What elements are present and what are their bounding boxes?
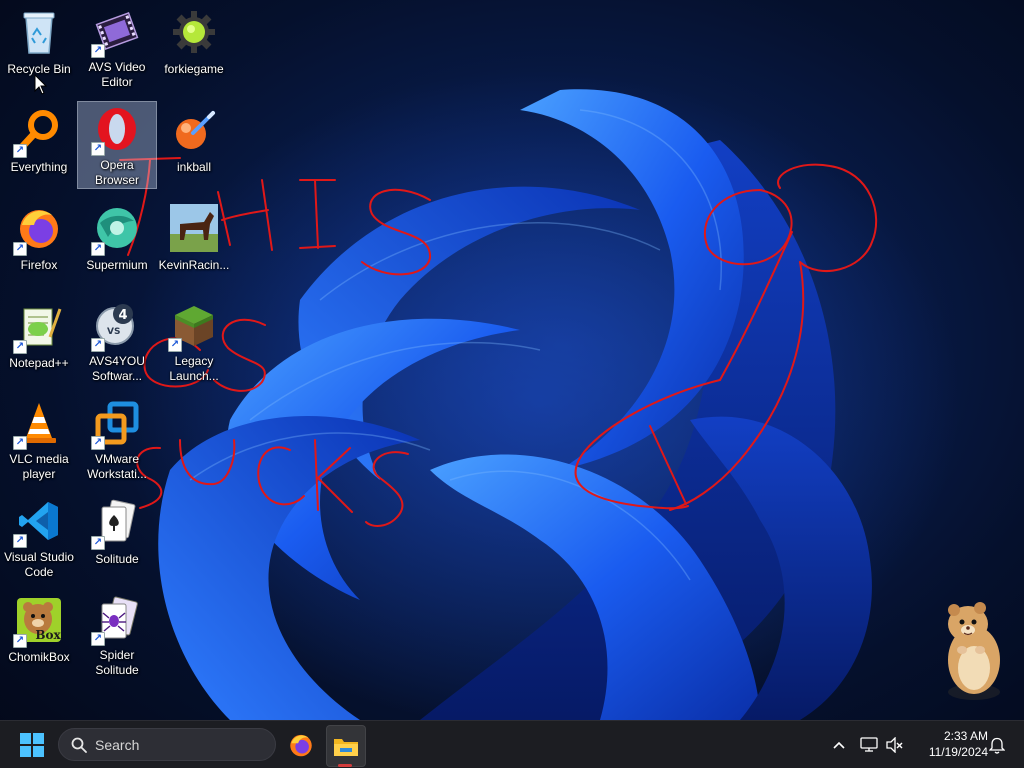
desktop-icon-avs-video-editor[interactable]: ↗ AVS Video Editor xyxy=(78,4,156,90)
magnifier-icon: ↗ xyxy=(13,106,63,158)
clock-time: 2:33 AM xyxy=(943,729,988,743)
desktop-icon-label: Opera Browser xyxy=(94,158,139,187)
file-explorer-icon xyxy=(334,739,358,756)
desktop-icon-label: Firefox xyxy=(20,258,58,272)
start-button[interactable] xyxy=(14,729,50,761)
desktop-icon-label: Legacy Launch... xyxy=(169,354,219,383)
desktop-icon-label: Visual Studio Code xyxy=(4,550,74,579)
vlc-cone-icon: ↗ xyxy=(13,400,63,450)
vmware-icon: ↗ xyxy=(91,400,141,450)
volume-button[interactable] xyxy=(884,731,906,759)
film-strip-icon: ↗ xyxy=(91,8,141,58)
taskbar: Search 2:33 AM 11/19/2024 xyxy=(0,720,1024,768)
minecraft-block-icon: ↗ xyxy=(168,302,218,352)
taskbar-clock[interactable]: 2:33 AM 11/19/2024 xyxy=(912,728,988,760)
desktop-icon-label: forkiegame xyxy=(164,62,224,76)
shortcut-arrow-icon: ↗ xyxy=(91,44,105,58)
chevron-up-icon xyxy=(833,741,845,749)
shortcut-arrow-icon: ↗ xyxy=(91,436,105,450)
shortcut-arrow-icon: ↗ xyxy=(13,436,27,450)
show-hidden-icons-button[interactable] xyxy=(828,731,850,759)
vscode-icon: ↗ xyxy=(13,498,63,548)
green-gear-icon xyxy=(170,8,218,56)
shortcut-arrow-icon: ↗ xyxy=(13,534,27,548)
shortcut-arrow-icon: ↗ xyxy=(91,142,105,156)
desktop-icon-notepad-plus-plus[interactable]: ↗ Notepad++ xyxy=(0,298,78,384)
desktop-icon-avs4you[interactable]: 4 VS ↗ AVS4YOU Softwar... xyxy=(78,298,156,384)
desktop-icon-label: Supermium xyxy=(86,258,148,272)
hamster-mascot-image xyxy=(948,602,1000,700)
avs4you-icon: 4 VS ↗ xyxy=(91,302,141,352)
desktop-icon-vscode[interactable]: ↗ Visual Studio Code xyxy=(0,494,78,580)
desktop-icon-vlc[interactable]: ↗ VLC media player xyxy=(0,396,78,482)
opera-icon: ↗ xyxy=(91,106,141,156)
taskbar-firefox-button[interactable] xyxy=(283,727,319,763)
desktop-icon-label: Solitude xyxy=(95,552,139,566)
shortcut-arrow-icon: ↗ xyxy=(91,632,105,646)
desktop-icon-supermium[interactable]: ↗ Supermium xyxy=(78,200,156,286)
chomikbox-badge: Box xyxy=(35,628,61,642)
desktop-icon-label: VMware Workstati... xyxy=(87,452,147,481)
mouse-cursor-icon xyxy=(34,74,48,95)
desktop-icon-chomikbox[interactable]: Box ↗ ChomikBox xyxy=(0,592,78,678)
shortcut-arrow-icon: ↗ xyxy=(13,144,27,158)
firefox-icon xyxy=(290,734,312,757)
inkball-icon xyxy=(170,106,218,154)
desktop-icon-label: inkball xyxy=(176,160,212,174)
notification-bell-icon xyxy=(989,737,1005,754)
spider-cards-icon: ↗ xyxy=(91,596,141,646)
desktop-icon-label: Spider Solitude xyxy=(95,648,139,677)
desktop-icon-label: VLC media player xyxy=(9,452,69,481)
notepad-plus-plus-icon: ↗ xyxy=(13,302,63,354)
desktop-icon-legacy-launcher[interactable]: ↗ Legacy Launch... xyxy=(155,298,233,384)
desktop-icon-forkiegame[interactable]: forkiegame xyxy=(155,4,233,90)
desktop-icon-label: ChomikBox xyxy=(8,650,70,664)
volume-muted-icon xyxy=(886,737,903,753)
firefox-icon: ↗ xyxy=(13,204,63,256)
clock-date: 11/19/2024 xyxy=(928,745,988,759)
desktop-icon-label: KevinRacin... xyxy=(158,258,230,272)
avs4you-vs-text: VS xyxy=(107,327,120,337)
search-icon xyxy=(71,737,87,753)
desktop-icon-spider-solitude[interactable]: ↗ Spider Solitude xyxy=(78,592,156,678)
desktop-icon-label: AVS Video Editor xyxy=(88,60,146,89)
taskbar-search-box[interactable]: Search xyxy=(58,728,276,761)
playing-cards-icon: ↗ xyxy=(91,498,141,550)
active-app-indicator xyxy=(338,764,352,767)
taskbar-file-explorer-button[interactable] xyxy=(326,725,366,767)
search-placeholder: Search xyxy=(95,736,140,753)
shortcut-arrow-icon: ↗ xyxy=(91,338,105,352)
desktop-icon-solitude[interactable]: ↗ Solitude xyxy=(78,494,156,580)
desktop[interactable]: Recycle Bin ↗ AVS Video Editor forkiegam… xyxy=(0,0,1024,720)
horse-photo-icon xyxy=(170,204,218,252)
desktop-icon-label: Everything xyxy=(10,160,68,174)
supermium-icon: ↗ xyxy=(91,204,141,256)
desktop-icon-label: Notepad++ xyxy=(9,356,69,370)
chomikbox-icon: Box ↗ xyxy=(13,596,63,648)
shortcut-arrow-icon: ↗ xyxy=(13,242,27,256)
desktop-icon-vmware[interactable]: ↗ VMware Workstati... xyxy=(78,396,156,482)
network-status-button[interactable] xyxy=(858,731,880,759)
desktop-icon-label: AVS4YOU Softwar... xyxy=(89,354,145,383)
shortcut-arrow-icon: ↗ xyxy=(168,338,182,352)
network-icon xyxy=(860,737,878,752)
notification-center-button[interactable] xyxy=(986,731,1008,759)
shortcut-arrow-icon: ↗ xyxy=(91,536,105,550)
desktop-icon-firefox[interactable]: ↗ Firefox xyxy=(0,200,78,286)
desktop-icon-inkball[interactable]: inkball xyxy=(155,102,233,188)
shortcut-arrow-icon: ↗ xyxy=(13,340,27,354)
desktop-icon-opera-browser[interactable]: ↗ Opera Browser xyxy=(77,101,157,189)
desktop-icon-kevinracing[interactable]: KevinRacin... xyxy=(155,200,233,286)
shortcut-arrow-icon: ↗ xyxy=(91,242,105,256)
desktop-icon-everything[interactable]: ↗ Everything xyxy=(0,102,78,188)
recycle-bin-icon xyxy=(15,8,63,56)
windows-logo-icon xyxy=(20,733,44,757)
shortcut-arrow-icon: ↗ xyxy=(13,634,27,648)
avs4you-badge: 4 xyxy=(118,308,127,323)
